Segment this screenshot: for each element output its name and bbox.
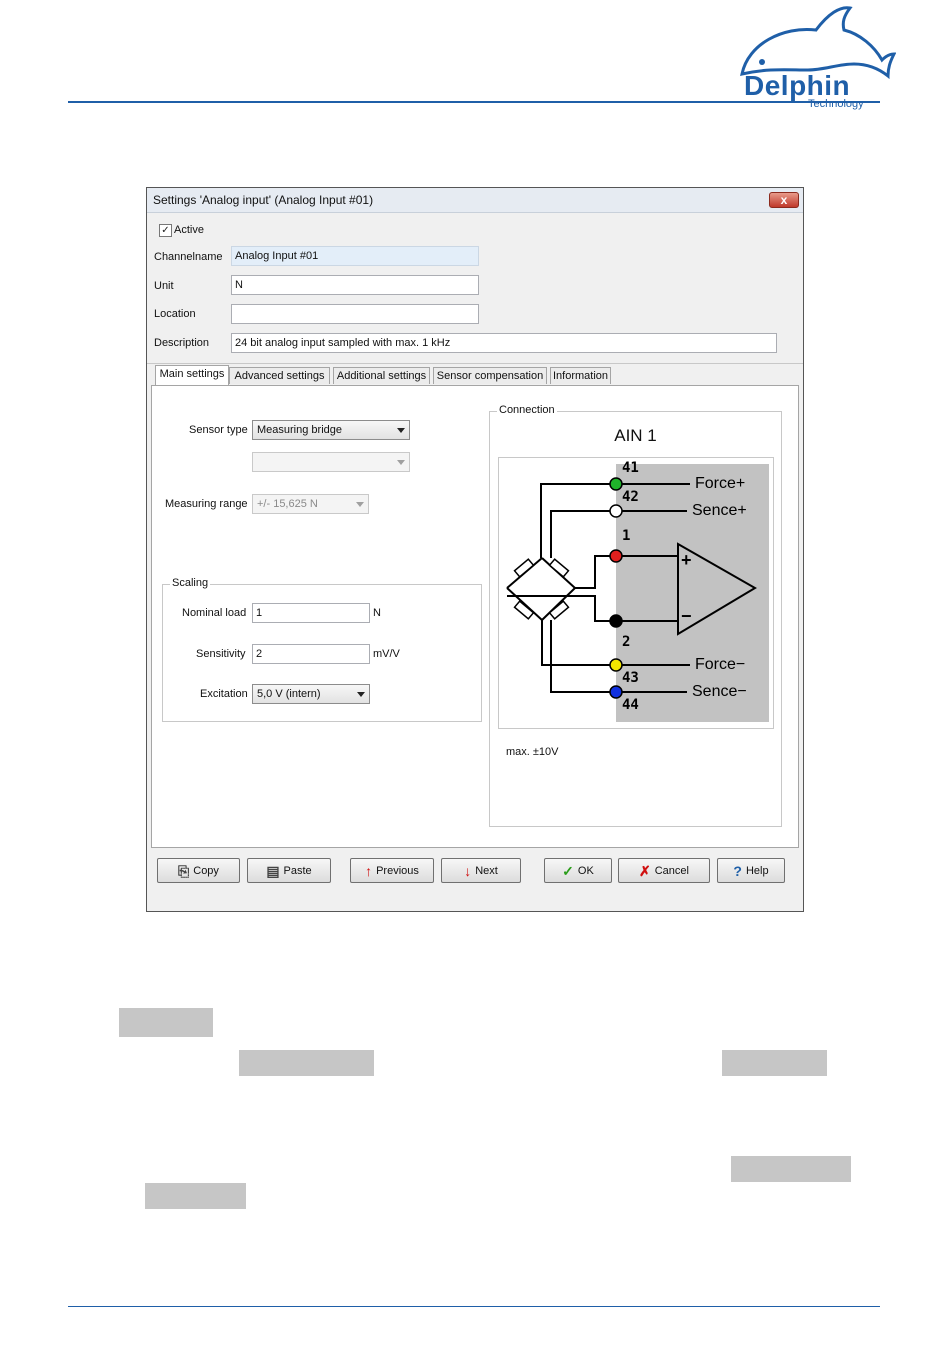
nominal-load-field[interactable]: 1 <box>252 603 370 623</box>
paste-icon: ▤ <box>266 862 280 879</box>
copy-label: Copy <box>193 864 219 877</box>
sensor-subtype-select[interactable] <box>252 452 410 472</box>
chevron-down-icon <box>397 460 405 465</box>
redacted-block <box>731 1156 851 1182</box>
next-label: Next <box>475 864 498 877</box>
active-checkbox[interactable]: ✓ <box>159 224 172 237</box>
redacted-block <box>722 1050 827 1076</box>
help-button[interactable]: ? Help <box>717 858 785 883</box>
footer-rule <box>68 1306 880 1307</box>
pin-1-number: 1 <box>622 528 631 544</box>
measuring-range-value: +/- 15,625 N <box>257 498 318 510</box>
paste-button[interactable]: ▤ Paste <box>247 858 331 883</box>
sensitivity-label: Sensitivity <box>196 648 246 660</box>
amp-minus-sign: − <box>681 606 692 626</box>
channelname-field[interactable]: Analog Input #01 <box>231 246 479 266</box>
location-label: Location <box>154 308 196 320</box>
measuring-range-label: Measuring range <box>165 498 248 510</box>
measuring-range-select[interactable]: +/- 15,625 N <box>252 494 369 514</box>
excitation-label: Excitation <box>200 688 248 700</box>
connection-group: Connection AIN 1 41 42 1 2 43 44 Force+ … <box>489 404 782 827</box>
scaling-group-title: Scaling <box>170 577 211 589</box>
main-settings-panel: Sensor type Measuring bridge Measuring r… <box>151 385 799 848</box>
redacted-block <box>145 1183 246 1209</box>
arrow-down-icon: ↓ <box>464 862 472 879</box>
channelname-label: Channelname <box>154 251 223 263</box>
cancel-label: Cancel <box>654 864 689 877</box>
ok-button[interactable]: ✓ OK <box>544 858 612 883</box>
tab-additional-settings[interactable]: Additional settings <box>333 367 430 384</box>
x-icon: ✗ <box>639 862 651 879</box>
nominal-load-label: Nominal load <box>182 607 247 619</box>
dialog-titlebar: Settings 'Analog input' (Analog Input #0… <box>147 188 803 213</box>
copy-button[interactable]: ⎘ Copy <box>157 858 240 883</box>
wiring-diagram: 41 42 1 2 43 44 Force+ Sence+ Force− Sen… <box>498 457 774 729</box>
separator <box>147 363 803 364</box>
nominal-load-unit: N <box>373 607 381 619</box>
help-label: Help <box>745 864 769 877</box>
question-icon: ? <box>733 862 742 879</box>
sence-plus-label: Sence+ <box>692 502 747 519</box>
ok-label: OK <box>577 864 594 877</box>
pin-43-number: 43 <box>622 670 639 686</box>
pin-2-number: 2 <box>622 634 631 650</box>
sensor-type-label: Sensor type <box>189 424 248 436</box>
description-label: Description <box>154 337 210 349</box>
unit-field[interactable]: N <box>231 275 479 295</box>
paste-label: Paste <box>283 864 312 877</box>
close-button[interactable]: x <box>769 192 799 208</box>
active-label: Active <box>174 224 204 236</box>
connection-group-title: Connection <box>497 404 557 416</box>
checkmark-icon: ✓ <box>562 862 574 879</box>
logo-subtitle: Technology <box>808 98 864 110</box>
excitation-select[interactable]: 5,0 V (intern) <box>252 684 370 704</box>
cancel-button[interactable]: ✗ Cancel <box>618 858 710 883</box>
sensitivity-unit: mV/V <box>373 648 400 660</box>
sensor-type-value: Measuring bridge <box>257 424 342 436</box>
tab-information[interactable]: Information <box>550 367 611 384</box>
pin-42-number: 42 <box>622 489 639 505</box>
redacted-block <box>119 1008 213 1037</box>
amp-plus-sign: + <box>681 550 692 570</box>
settings-dialog: Settings 'Analog input' (Analog Input #0… <box>146 187 804 912</box>
copy-icon: ⎘ <box>178 862 190 879</box>
redacted-block <box>239 1050 374 1076</box>
description-field[interactable]: 24 bit analog input sampled with max. 1 … <box>231 333 777 353</box>
sensor-type-select[interactable]: Measuring bridge <box>252 420 410 440</box>
sence-minus-label: Sence− <box>692 683 747 700</box>
pin-41-number: 41 <box>622 460 639 476</box>
excitation-value: 5,0 V (intern) <box>257 688 321 700</box>
sensitivity-field[interactable]: 2 <box>252 644 370 664</box>
scaling-group: Scaling Nominal load 1 N Sensitivity 2 m… <box>162 577 482 722</box>
previous-button[interactable]: ↑ Previous <box>350 858 434 883</box>
dialog-title: Settings 'Analog input' (Analog Input #0… <box>153 193 374 207</box>
delphin-logo: Delphin Technology <box>728 4 897 112</box>
max-voltage-note: max. ±10V <box>506 746 559 758</box>
force-minus-label: Force− <box>695 656 746 673</box>
tab-sensor-compensation[interactable]: Sensor compensation <box>433 367 547 384</box>
unit-label: Unit <box>154 280 174 292</box>
header-rule <box>68 101 880 103</box>
previous-label: Previous <box>376 864 419 877</box>
tab-main-settings[interactable]: Main settings <box>155 365 229 385</box>
chevron-down-icon <box>357 692 365 697</box>
force-plus-label: Force+ <box>695 475 746 492</box>
chevron-down-icon <box>397 428 405 433</box>
chevron-down-icon <box>356 502 364 507</box>
tab-advanced-settings[interactable]: Advanced settings <box>229 367 330 384</box>
arrow-up-icon: ↑ <box>365 862 373 879</box>
location-field[interactable] <box>231 304 479 324</box>
next-button[interactable]: ↓ Next <box>441 858 521 883</box>
pin-44-number: 44 <box>622 697 639 713</box>
channel-name: AIN 1 <box>614 426 657 445</box>
